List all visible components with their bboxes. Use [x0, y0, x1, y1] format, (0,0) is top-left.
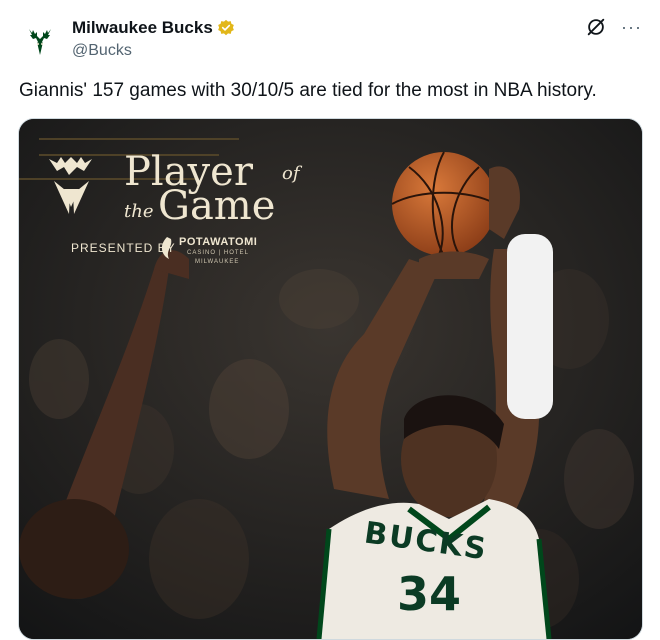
avatar[interactable]	[18, 20, 62, 64]
pog-of: of	[282, 163, 300, 184]
tweet-media-image[interactable]: Player of the Game PRESENTED BY POTAWATO…	[18, 118, 643, 640]
presented-by-label: PRESENTED BY	[71, 241, 176, 255]
tweet-text: Giannis' 157 games with 30/10/5 are tied…	[19, 80, 597, 101]
display-name[interactable]: Milwaukee Bucks	[72, 18, 213, 38]
pog-line2: Game	[158, 183, 276, 229]
grok-icon[interactable]	[585, 16, 607, 38]
sponsor-name: POTAWATOMI	[179, 236, 258, 248]
bucks-deer-logo-icon	[29, 29, 51, 55]
account-handle[interactable]: @Bucks	[72, 42, 132, 60]
verified-badge-icon	[217, 19, 234, 36]
more-options-icon[interactable]: ···	[621, 18, 642, 36]
jersey-number: 34	[397, 567, 462, 621]
sponsor-sub: CASINO | HOTEL	[187, 250, 249, 256]
sponsor-city: MILWAUKEE	[195, 259, 240, 265]
player-photo	[19, 119, 642, 639]
pog-the: the	[124, 201, 154, 222]
